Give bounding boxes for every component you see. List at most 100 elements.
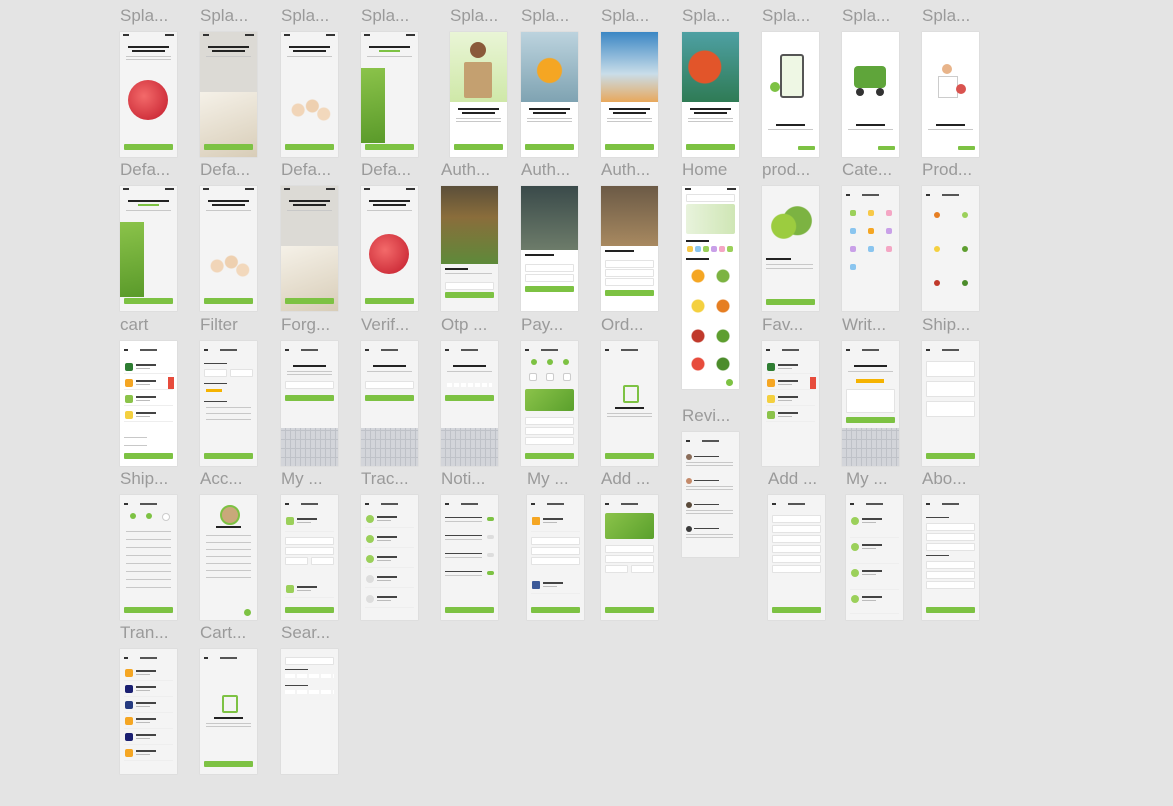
verify-button[interactable] (445, 395, 494, 401)
login-field[interactable] (445, 282, 494, 290)
email-field[interactable] (926, 533, 975, 541)
zip-field[interactable] (772, 545, 821, 553)
confirm-button[interactable] (926, 453, 975, 459)
login-button[interactable] (445, 292, 494, 298)
country-field[interactable] (772, 555, 821, 563)
delete-icon[interactable] (168, 377, 174, 389)
password-field[interactable] (605, 278, 654, 286)
numeric-keypad[interactable] (441, 428, 498, 466)
name-field[interactable] (605, 260, 654, 268)
name-field[interactable] (926, 523, 975, 531)
get-started-button[interactable] (365, 144, 414, 150)
get-started-button[interactable] (454, 144, 503, 150)
new-password-field[interactable] (926, 571, 975, 579)
city-field[interactable] (285, 557, 308, 565)
send-link-button[interactable] (285, 395, 334, 401)
frame-label: Prod... (922, 160, 973, 179)
add-address-button[interactable] (772, 607, 821, 613)
card-field[interactable] (531, 557, 580, 565)
get-started-button[interactable] (285, 298, 334, 304)
shipping-option[interactable] (926, 361, 975, 377)
delete-icon[interactable] (810, 377, 816, 389)
card-field[interactable] (531, 537, 580, 545)
get-started-button[interactable] (204, 298, 253, 304)
min-price-field[interactable] (204, 369, 227, 377)
expiry-field[interactable] (525, 437, 574, 445)
email-field[interactable] (285, 381, 334, 389)
search-input[interactable] (686, 194, 735, 202)
get-started-button[interactable] (124, 298, 173, 304)
star-rating[interactable] (206, 389, 222, 392)
card-name-field[interactable] (525, 417, 574, 425)
submit-review-button[interactable] (846, 417, 895, 423)
address-field[interactable] (772, 525, 821, 533)
bottom-nav[interactable] (281, 760, 338, 774)
next-button[interactable] (365, 395, 414, 401)
keyboard[interactable] (281, 428, 338, 466)
get-started-button[interactable] (285, 144, 334, 150)
toggle[interactable] (487, 535, 494, 539)
shipping-option[interactable] (926, 401, 975, 417)
get-started-button[interactable] (605, 144, 654, 150)
add-card-button[interactable] (605, 607, 654, 613)
search-input[interactable] (285, 657, 334, 665)
card-field[interactable] (531, 547, 580, 555)
zip-field[interactable] (311, 557, 334, 565)
shipping-option[interactable] (926, 381, 975, 397)
save-button[interactable] (285, 607, 334, 613)
card-name-field[interactable] (605, 545, 654, 553)
get-started-button[interactable] (204, 144, 253, 150)
review-textarea[interactable] (846, 389, 895, 413)
otp-boxes[interactable] (447, 383, 492, 387)
name-field[interactable] (772, 515, 821, 523)
add-to-cart-button[interactable] (766, 299, 815, 305)
get-started-button[interactable] (124, 144, 173, 150)
get-started-button[interactable] (365, 298, 414, 304)
next-button[interactable] (124, 607, 173, 613)
cvv-field[interactable] (631, 565, 654, 573)
card-number-field[interactable] (605, 555, 654, 563)
get-started-button[interactable] (525, 144, 574, 150)
address-field[interactable] (285, 547, 334, 555)
confirm-password-field[interactable] (926, 581, 975, 589)
old-password-field[interactable] (926, 561, 975, 569)
email-field[interactable] (525, 264, 574, 272)
toggle[interactable] (487, 517, 494, 521)
password-field[interactable] (525, 274, 574, 282)
phone-number-field[interactable] (365, 381, 414, 389)
card-number-field[interactable] (525, 427, 574, 435)
cart-fab-icon[interactable] (726, 379, 733, 386)
next-button[interactable] (798, 146, 815, 150)
avatar[interactable] (220, 505, 240, 525)
cart-fab-icon[interactable] (244, 609, 251, 616)
next-button[interactable] (958, 146, 975, 150)
start-shopping-button[interactable] (204, 761, 253, 767)
promo-banner[interactable] (686, 204, 735, 234)
recent-search-chips[interactable] (285, 674, 334, 678)
email-field[interactable] (605, 269, 654, 277)
keyboard[interactable] (842, 428, 899, 466)
toggle[interactable] (487, 571, 494, 575)
login-button[interactable] (525, 286, 574, 292)
numeric-keypad[interactable] (361, 428, 418, 466)
checkout-button[interactable] (124, 453, 173, 459)
popular-search-chips[interactable] (285, 690, 334, 694)
next-button[interactable] (878, 146, 895, 150)
get-started-button[interactable] (686, 144, 735, 150)
save-button[interactable] (926, 607, 975, 613)
signup-button[interactable] (605, 290, 654, 296)
track-order-button[interactable] (605, 453, 654, 459)
name-field[interactable] (285, 537, 334, 545)
save-button[interactable] (531, 607, 580, 613)
phone-field[interactable] (772, 565, 821, 573)
make-payment-button[interactable] (525, 453, 574, 459)
star-rating[interactable] (856, 379, 884, 383)
apply-filter-button[interactable] (204, 453, 253, 459)
phone-field[interactable] (926, 543, 975, 551)
expiry-field[interactable] (605, 565, 628, 573)
credit-card[interactable] (525, 389, 574, 411)
max-price-field[interactable] (230, 369, 253, 377)
city-field[interactable] (772, 535, 821, 543)
save-settings-button[interactable] (445, 607, 494, 613)
toggle[interactable] (487, 553, 494, 557)
